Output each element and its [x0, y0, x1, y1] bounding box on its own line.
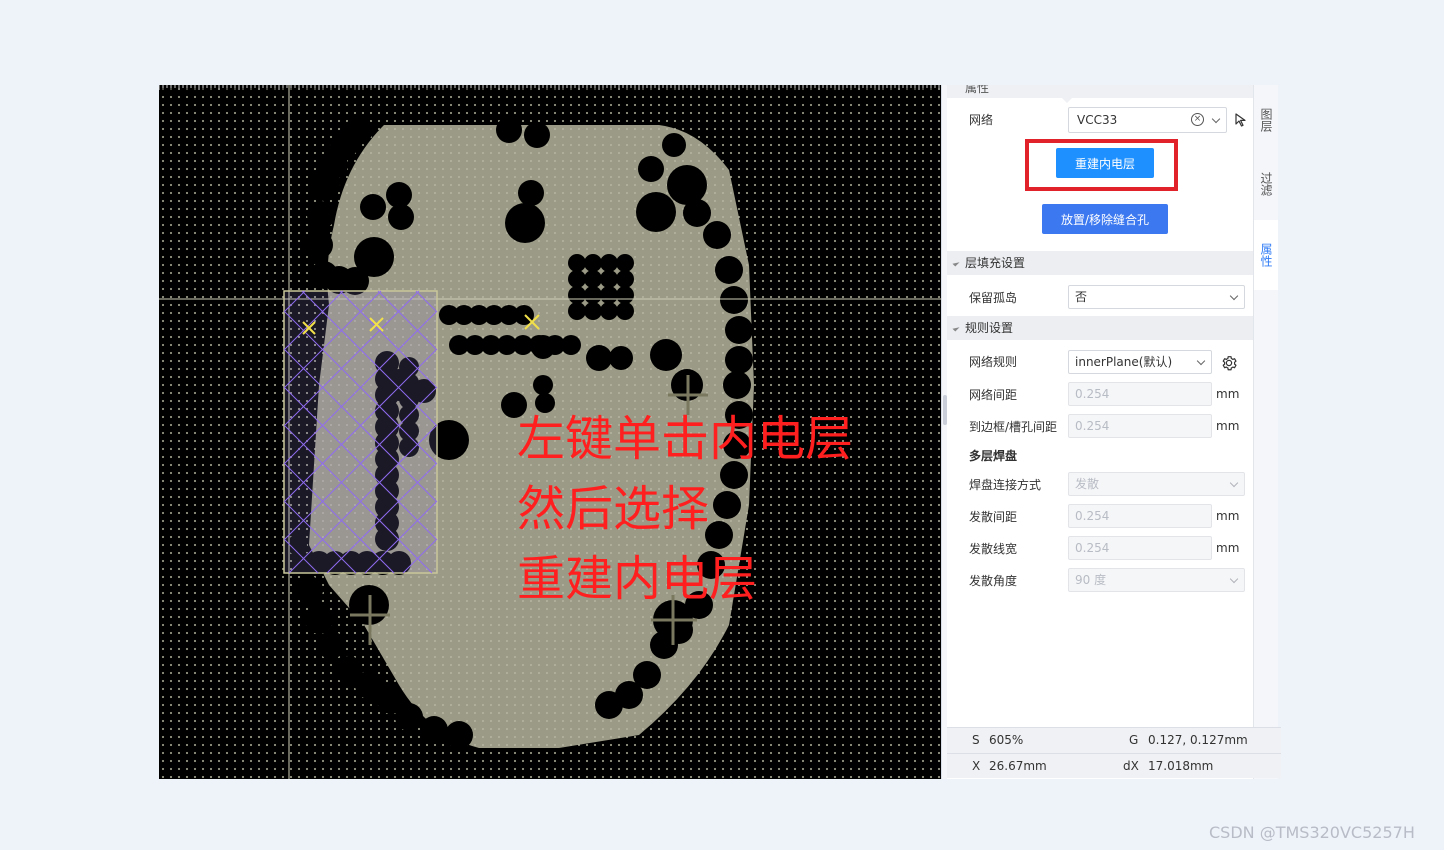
status-x-label: X: [972, 759, 981, 773]
spoke-clearance-unit: mm: [1216, 509, 1240, 523]
status-x-value: 26.67mm: [989, 759, 1047, 773]
rebuild-plane-button[interactable]: 重建内电层: [1056, 148, 1154, 178]
net-rule-select[interactable]: innerPlane(默认): [1068, 350, 1212, 374]
status-g-value: 0.127, 0.127mm: [1148, 733, 1248, 747]
net-rule-label: 网络规则: [969, 355, 1018, 369]
pick-cursor-icon[interactable]: [1235, 113, 1247, 127]
tab-layers[interactable]: 图层: [1254, 85, 1278, 155]
net-clearance-unit: mm: [1216, 387, 1240, 401]
pcb-canvas[interactable]: 左键单击内电层 然后选择 重建内电层: [159, 85, 941, 779]
watermark: CSDN @TMS320VC5257H: [1209, 823, 1415, 842]
status-bar: S 605% G 0.127, 0.127mm X 26.67mm dX 17.…: [947, 727, 1281, 778]
layer-fill-section-header[interactable]: 层填充设置: [947, 251, 1253, 275]
rule-section-title: 规则设置: [965, 321, 1014, 335]
section-collapse-icon: [952, 259, 960, 267]
net-value: VCC33: [1077, 113, 1118, 127]
spoke-width-label: 发散线宽: [969, 542, 1018, 556]
spoke-width-field[interactable]: 0.254: [1068, 536, 1212, 560]
status-dx-label: dX: [1123, 759, 1139, 773]
annotation-line-2: 然后选择: [517, 481, 710, 537]
annotation-line-1: 左键单击内电层: [517, 411, 854, 467]
chevron-down-icon: [1229, 574, 1239, 584]
keep-island-label: 保留孤岛: [969, 291, 1018, 305]
multilayer-pad-label: 多层焊盘: [969, 449, 1018, 463]
clear-icon[interactable]: ×: [1191, 113, 1204, 126]
properties-section-header[interactable]: 属性: [947, 85, 1253, 98]
rule-section-header[interactable]: 规则设置: [947, 316, 1253, 340]
selected-region[interactable]: [283, 290, 438, 574]
spoke-clearance-field[interactable]: 0.254: [1068, 504, 1212, 528]
section-collapse-icon: [952, 324, 960, 332]
net-select[interactable]: VCC33 ×: [1068, 107, 1227, 133]
stitching-via-button[interactable]: 放置/移除缝合孔: [1042, 204, 1168, 234]
status-g-label: G: [1129, 733, 1139, 747]
keep-island-select[interactable]: 否: [1068, 285, 1245, 309]
chevron-down-icon[interactable]: [1211, 114, 1221, 124]
caret-notch: [1062, 98, 1072, 103]
chevron-down-icon[interactable]: [1196, 356, 1206, 366]
status-dx-value: 17.018mm: [1148, 759, 1214, 773]
properties-section-title: 属性: [965, 85, 990, 95]
tab-filter[interactable]: 过滤: [1254, 149, 1278, 219]
spoke-angle-label: 发散角度: [969, 574, 1018, 588]
spoke-clearance-label: 发散间距: [969, 510, 1018, 524]
pad-connection-value: 发散: [1075, 477, 1100, 491]
spoke-angle-value: 90 度: [1075, 573, 1107, 587]
status-s-value: 605%: [989, 733, 1024, 747]
status-s-label: S: [972, 733, 980, 747]
edge-clearance-unit: mm: [1216, 419, 1240, 433]
pad-connection-label: 焊盘连接方式: [969, 478, 1042, 492]
net-rule-value: innerPlane(默认): [1075, 355, 1173, 369]
layer-fill-section-title: 层填充设置: [965, 256, 1026, 270]
keep-island-value: 否: [1075, 290, 1088, 304]
net-clearance-field[interactable]: 0.254: [1068, 382, 1212, 406]
chevron-down-icon: [1229, 478, 1239, 488]
spoke-angle-select[interactable]: 90 度: [1068, 568, 1245, 592]
side-tabs: 图层 过滤 属性: [1253, 85, 1278, 779]
spoke-width-unit: mm: [1216, 541, 1240, 555]
edge-clearance-label: 到边框/槽孔间距: [969, 420, 1058, 434]
properties-panel: 属性 网络 VCC33 × 重建内电层 放置/移除缝合孔 层填充设置 保留孤岛 …: [947, 85, 1253, 779]
tab-properties[interactable]: 属性: [1254, 220, 1278, 290]
annotation-line-3: 重建内电层: [517, 551, 758, 607]
net-clearance-label: 网络间距: [969, 388, 1018, 402]
net-label: 网络: [969, 113, 994, 127]
pad-connection-select[interactable]: 发散: [1068, 472, 1245, 496]
chevron-down-icon[interactable]: [1229, 291, 1239, 301]
edge-clearance-field[interactable]: 0.254: [1068, 414, 1212, 438]
gear-icon[interactable]: [1220, 354, 1238, 372]
